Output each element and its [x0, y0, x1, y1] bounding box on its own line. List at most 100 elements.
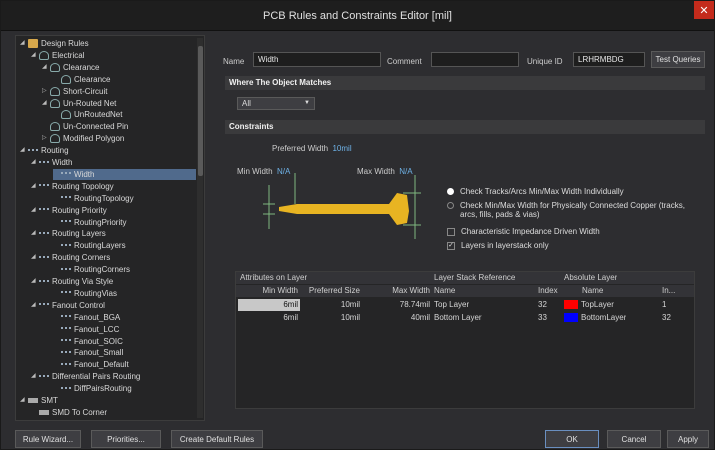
- comment-field[interactable]: [431, 52, 519, 67]
- col-absolute-name[interactable]: Name: [582, 285, 603, 297]
- cell-preferred-size[interactable]: 10mil: [302, 299, 360, 311]
- col-layer-name[interactable]: Name: [434, 285, 455, 297]
- tree-item[interactable]: ◢ Routing Layers: [31, 228, 106, 239]
- cell-max-width[interactable]: 78.74mil: [364, 299, 430, 311]
- preferred-width-value[interactable]: 10mil: [332, 144, 351, 153]
- cancel-button[interactable]: Cancel: [607, 430, 661, 448]
- tree-item[interactable]: Fanout_Default: [53, 359, 129, 370]
- priorities-button[interactable]: Priorities...: [91, 430, 161, 448]
- tree-item[interactable]: DiffPairsRouting: [53, 383, 132, 394]
- tree-item[interactable]: RoutingPriority: [53, 217, 126, 228]
- expand-toggle-icon[interactable]: ◢: [31, 252, 39, 263]
- track-shape: [279, 193, 409, 225]
- cell-min-width[interactable]: 6mil: [238, 299, 300, 311]
- unique-id-field[interactable]: LRHRMBDG: [573, 52, 645, 67]
- expand-toggle-icon[interactable]: ◢: [20, 145, 28, 156]
- col-in[interactable]: In...: [662, 285, 675, 297]
- expand-toggle-icon[interactable]: ◢: [42, 62, 50, 73]
- cell-preferred-size[interactable]: 10mil: [302, 312, 360, 324]
- rules-tree: ◢ Design Rules ◢ Electrical ◢ Clearance Cleara…: [15, 35, 205, 421]
- tree-item[interactable]: RoutingTopology: [53, 193, 134, 204]
- scope-value: All: [242, 99, 251, 108]
- expand-toggle-icon[interactable]: ◢: [31, 205, 39, 216]
- expand-toggle-icon[interactable]: ◢: [31, 181, 39, 192]
- tree-item[interactable]: ◢ Width: [31, 157, 72, 168]
- route-icon: [61, 267, 71, 272]
- table-row[interactable]: 6mil 10mil 40mil Bottom Layer 33 BottomL…: [236, 312, 694, 324]
- option-impedance-driven-label: Characteristic Impedance Driven Width: [461, 227, 600, 236]
- expand-toggle-icon[interactable]: ◢: [20, 395, 28, 406]
- tree-item-label: Width: [74, 169, 95, 179]
- tree-item[interactable]: RoutingVias: [53, 288, 117, 299]
- tree-item-label: Fanout Control: [52, 300, 105, 310]
- expand-toggle-icon[interactable]: ◢: [31, 276, 39, 287]
- expand-toggle-icon[interactable]: ◢: [31, 371, 39, 382]
- tree-item[interactable]: Un-Connected Pin: [42, 121, 128, 132]
- col-preferred-size[interactable]: Preferred Size: [302, 285, 360, 297]
- name-field[interactable]: Width: [253, 52, 381, 67]
- tree-item[interactable]: ◢ Fanout Control: [31, 300, 105, 311]
- cell-max-width[interactable]: 40mil: [364, 312, 430, 324]
- tree-item[interactable]: ◢ Routing Priority: [31, 205, 107, 216]
- checkbox-checked-icon[interactable]: ✓: [447, 242, 455, 250]
- expand-toggle-icon[interactable]: ◢: [31, 157, 39, 168]
- rule-icon: [61, 74, 71, 84]
- tree-item[interactable]: ▷ Short-Circuit: [42, 86, 107, 97]
- col-min-width[interactable]: Min Width: [240, 285, 298, 297]
- tree-item[interactable]: Clearance: [53, 74, 110, 85]
- tree-item[interactable]: ◢ Differential Pairs Routing: [31, 371, 140, 382]
- route-icon: [61, 350, 71, 355]
- ok-button[interactable]: OK: [545, 430, 599, 448]
- tree-item[interactable]: ◢ Design Rules: [20, 38, 89, 49]
- tree-item-label: Fanout_SOIC: [74, 336, 123, 346]
- option-check-individually[interactable]: Check Tracks/Arcs Min/Max Width Individu…: [447, 187, 687, 196]
- rule-wizard-button[interactable]: Rule Wizard...: [15, 430, 81, 448]
- option-check-connected[interactable]: Check Min/Max Width for Physically Conne…: [447, 201, 687, 219]
- tree-item[interactable]: ◢ Routing Via Style: [31, 276, 113, 287]
- scope-select[interactable]: All ▼: [237, 97, 315, 110]
- tree-item[interactable]: ▷ Modified Polygon: [42, 133, 124, 144]
- checkbox-unchecked-icon[interactable]: [447, 228, 455, 236]
- option-layerstack-only[interactable]: ✓ Layers in layerstack only: [447, 241, 687, 250]
- close-button[interactable]: ✕: [694, 1, 714, 19]
- tree-item[interactable]: Width: [53, 168, 196, 180]
- tree-item-label: UnRoutedNet: [74, 110, 123, 120]
- tree-item[interactable]: ◢ Electrical: [31, 50, 84, 61]
- tree-item-label: RoutingLayers: [74, 241, 126, 251]
- tree-item[interactable]: ◢ Un-Routed Net: [42, 98, 116, 109]
- tree-item[interactable]: ◢ Routing: [20, 145, 69, 156]
- layer-table: Attributes on Layer Layer Stack Referenc…: [235, 271, 695, 409]
- tree-item[interactable]: SMD To Corner: [31, 407, 107, 418]
- expand-toggle-icon[interactable]: ◢: [42, 98, 50, 109]
- expand-toggle-icon[interactable]: ▷: [42, 133, 50, 144]
- tree-item[interactable]: Fanout_BGA: [53, 312, 120, 323]
- expand-toggle-icon[interactable]: ◢: [31, 228, 39, 239]
- option-impedance-driven[interactable]: Characteristic Impedance Driven Width: [447, 227, 687, 236]
- route-icon: [61, 339, 71, 343]
- table-row[interactable]: 6mil 10mil 78.74mil Top Layer 32 TopLaye…: [236, 299, 694, 311]
- expand-toggle-icon[interactable]: ◢: [20, 38, 28, 49]
- expand-toggle-icon[interactable]: ◢: [31, 50, 39, 61]
- tree-item[interactable]: Fanout_LCC: [53, 324, 119, 335]
- apply-button[interactable]: Apply: [667, 430, 709, 448]
- radio-unselected-icon[interactable]: [447, 202, 454, 209]
- tree-item[interactable]: ◢ Routing Topology: [31, 181, 114, 192]
- tree-scrollbar-thumb[interactable]: [198, 46, 203, 176]
- expand-toggle-icon[interactable]: ▷: [42, 86, 50, 97]
- tree-item[interactable]: UnRoutedNet: [53, 109, 122, 120]
- cell-min-width[interactable]: 6mil: [240, 312, 298, 324]
- tree-item[interactable]: Fanout_Small: [53, 347, 123, 358]
- col-index[interactable]: Index: [538, 285, 558, 297]
- col-max-width[interactable]: Max Width: [364, 285, 430, 297]
- tree-item[interactable]: RoutingCorners: [53, 264, 130, 275]
- expand-toggle-icon[interactable]: ◢: [31, 300, 39, 311]
- tree-item[interactable]: ◢ Routing Corners: [31, 252, 110, 263]
- create-default-rules-button[interactable]: Create Default Rules: [171, 430, 263, 448]
- tree-item[interactable]: ◢ SMT: [20, 395, 58, 406]
- test-queries-button[interactable]: Test Queries: [651, 51, 705, 68]
- tree-item[interactable]: RoutingLayers: [53, 240, 126, 251]
- cell-absolute-layer: TopLayer: [564, 299, 614, 311]
- radio-selected-icon[interactable]: [447, 188, 454, 195]
- tree-item[interactable]: Fanout_SOIC: [53, 336, 123, 347]
- tree-item[interactable]: ◢ Clearance: [42, 62, 99, 73]
